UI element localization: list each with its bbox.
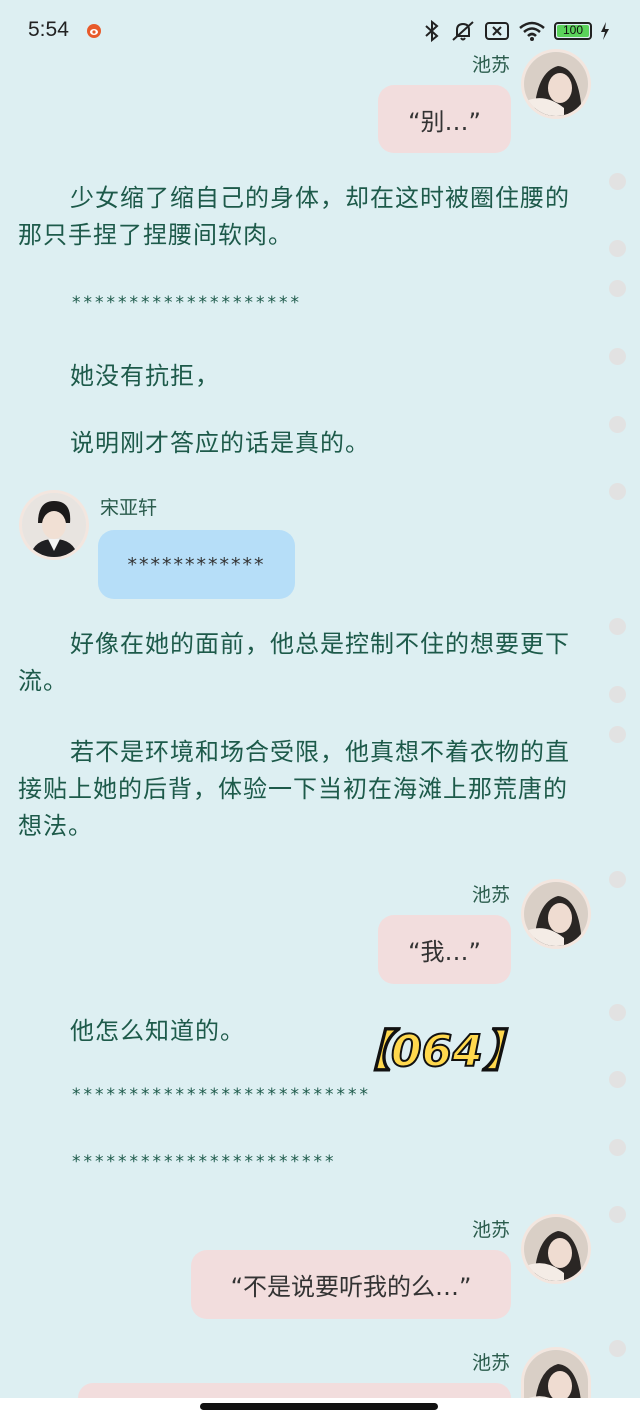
message-text: “不是说要听我的么…”	[230, 1273, 472, 1301]
status-icons: 100	[422, 18, 610, 44]
app-notification-icon	[87, 24, 101, 38]
avatar-chisu[interactable]	[524, 52, 588, 116]
sender-name: 池苏	[472, 884, 511, 906]
scroll-dot	[609, 173, 626, 190]
message-text: “我…”	[408, 938, 481, 966]
scroll-dot	[609, 348, 626, 365]
scroll-indicator[interactable]	[609, 0, 627, 1400]
message-bubble[interactable]: “别…”	[378, 85, 511, 153]
message-bubble[interactable]: “不是说要听我的么…”	[191, 1250, 511, 1319]
status-bar: 5:54 100	[0, 0, 640, 60]
scroll-dot	[609, 1206, 626, 1223]
paragraph-text: 她没有抗拒，	[70, 362, 220, 390]
message-bubble[interactable]: “我…”	[378, 915, 511, 984]
scroll-dot	[609, 726, 626, 743]
wifi-icon	[519, 21, 545, 41]
chapter-number-tag: 【064】	[346, 1025, 528, 1078]
paragraph-text: 好像在她的面前，他总是控制不住的想要更下流。	[18, 630, 570, 695]
scene-separator: ***********************	[72, 1152, 337, 1172]
sender-name: 池苏	[472, 1219, 511, 1241]
avatar-chisu[interactable]	[524, 882, 588, 946]
avatar-chisu[interactable]	[524, 1350, 588, 1398]
sender-name: 池苏	[472, 54, 511, 76]
avatar-image-icon	[22, 493, 86, 557]
story-paragraph: 好像在她的面前，他总是控制不住的想要更下流。	[18, 626, 578, 700]
scroll-dot	[609, 1139, 626, 1156]
paragraph-text: 若不是环境和场合受限，他真想不着衣物的直接贴上她的后背，体验一下当初在海滩上那荒…	[18, 738, 570, 840]
sender-name: 池苏	[472, 1352, 511, 1374]
paragraph-text: 少女缩了缩自己的身体，却在这时被圈住腰的那只手捏了捏腰间软肉。	[18, 184, 570, 249]
sender-name: 宋亚轩	[100, 497, 158, 519]
scroll-dot	[609, 1340, 626, 1357]
paragraph-text: 他怎么知道的。	[70, 1017, 245, 1045]
story-paragraph: 少女缩了缩自己的身体，却在这时被圈住腰的那只手捏了捏腰间软肉。	[18, 180, 578, 254]
scroll-dot	[609, 1004, 626, 1021]
story-paragraph: 她没有抗拒，	[18, 358, 578, 395]
story-paragraph: 说明刚才答应的话是真的。	[18, 425, 578, 462]
message-text: “别…”	[408, 107, 481, 136]
scroll-dot	[609, 686, 626, 703]
scroll-dot	[609, 871, 626, 888]
message-bubble[interactable]	[78, 1383, 511, 1398]
home-indicator[interactable]	[200, 1403, 438, 1410]
message-text: ************	[127, 553, 266, 576]
paragraph-text: 说明刚才答应的话是真的。	[70, 429, 370, 457]
scroll-dot	[609, 240, 626, 257]
scroll-dot	[609, 1071, 626, 1088]
scroll-dot	[609, 416, 626, 433]
message-bubble[interactable]: ************	[98, 530, 295, 599]
scroll-dot	[609, 483, 626, 500]
avatar-songyaxuan[interactable]	[22, 493, 86, 557]
avatar-image-icon	[524, 1350, 588, 1398]
battery-icon: 100	[554, 22, 592, 40]
no-sim-icon	[485, 22, 509, 40]
avatar-image-icon	[524, 52, 588, 116]
scene-separator: ********************	[72, 293, 302, 313]
battery-level: 100	[562, 23, 584, 37]
bluetooth-icon	[425, 19, 439, 43]
mute-bell-icon	[452, 21, 474, 41]
scene-separator: **************************	[72, 1085, 371, 1105]
story-paragraph: 若不是环境和场合受限，他真想不着衣物的直接贴上她的后背，体验一下当初在海滩上那荒…	[18, 734, 578, 845]
navigation-bar	[0, 1398, 640, 1423]
avatar-image-icon	[524, 882, 588, 946]
status-time: 5:54	[28, 18, 69, 41]
scroll-dot	[609, 280, 626, 297]
avatar-chisu[interactable]	[524, 1217, 588, 1281]
scroll-dot	[609, 618, 626, 635]
avatar-image-icon	[524, 1217, 588, 1281]
